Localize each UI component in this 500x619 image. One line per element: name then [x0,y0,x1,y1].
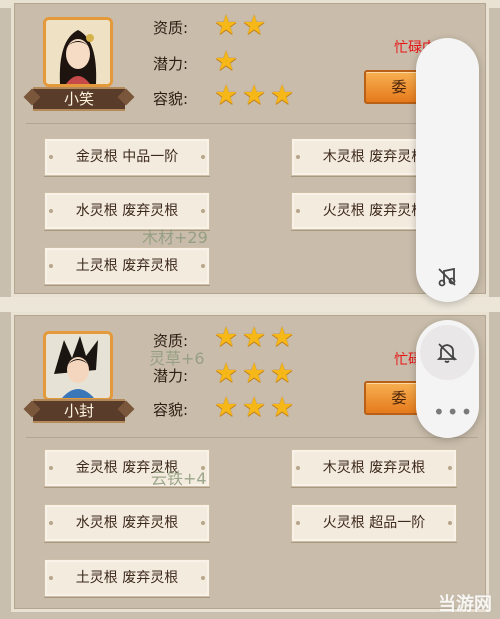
root-earth[interactable]: 土灵根 废弃灵根 [44,247,210,285]
star-icon: ★ [270,322,295,353]
avatar[interactable] [43,17,113,87]
root-wood[interactable]: 木灵根 废弃灵根 [291,449,457,487]
aptitude-label: 资质: [153,19,189,37]
star-icon: ★ [242,80,267,111]
star-icon: ★ [270,358,295,389]
potential-stars: ★ [214,46,239,77]
star-icon: ★ [214,358,239,389]
star-icon: ★ [214,46,239,77]
floating-toolbar-bottom: ••• [416,320,479,438]
resource-gain-text: 云铁+4 [151,469,207,488]
star-icon: ★ [242,10,267,41]
resource-gain-text: 木材+29 [142,228,208,247]
disciple-name: 小笑 [63,90,94,108]
name-plate: 小笑 [33,87,125,111]
root-water[interactable]: 水灵根 废弃灵根 [44,504,210,542]
watermark: 当游网 [438,594,492,615]
more-icon[interactable]: ••• [433,400,474,424]
star-icon: ★ [270,392,295,423]
divider [26,123,478,124]
star-icon: ★ [242,322,267,353]
divider [26,437,478,438]
star-icon: ★ [270,80,295,111]
root-metal[interactable]: 金灵根 中品一阶 [44,138,210,176]
star-icon: ★ [214,322,239,353]
name-plate: 小封 [33,399,125,423]
resource-gain-text: 灵草+6 [149,349,205,368]
portrait-female-icon [46,20,110,84]
star-icon: ★ [242,358,267,389]
appearance-stars: ★ ★ ★ [214,80,295,111]
appearance-label: 容貌: [153,90,189,108]
floating-toolbar-top [416,38,479,302]
aptitude-stars: ★ ★ [214,10,267,41]
bell-off-icon [434,339,460,365]
root-earth[interactable]: 土灵根 废弃灵根 [44,559,210,597]
appearance-label: 容貌: [153,401,189,419]
star-icon: ★ [242,392,267,423]
card-gap [0,297,500,312]
music-off-icon[interactable] [434,264,460,290]
star-icon: ★ [214,10,239,41]
avatar[interactable] [43,331,113,401]
portrait-male-icon [46,334,110,398]
potential-stars: ★ ★ ★ [214,358,295,389]
aptitude-stars: ★ ★ ★ [214,322,295,353]
appearance-stars: ★ ★ ★ [214,392,295,423]
star-icon: ★ [214,80,239,111]
potential-label: 潜力: [153,55,189,73]
star-icon: ★ [214,392,239,423]
disciple-name: 小封 [63,402,94,420]
root-fire[interactable]: 火灵根 超品一阶 [291,504,457,542]
